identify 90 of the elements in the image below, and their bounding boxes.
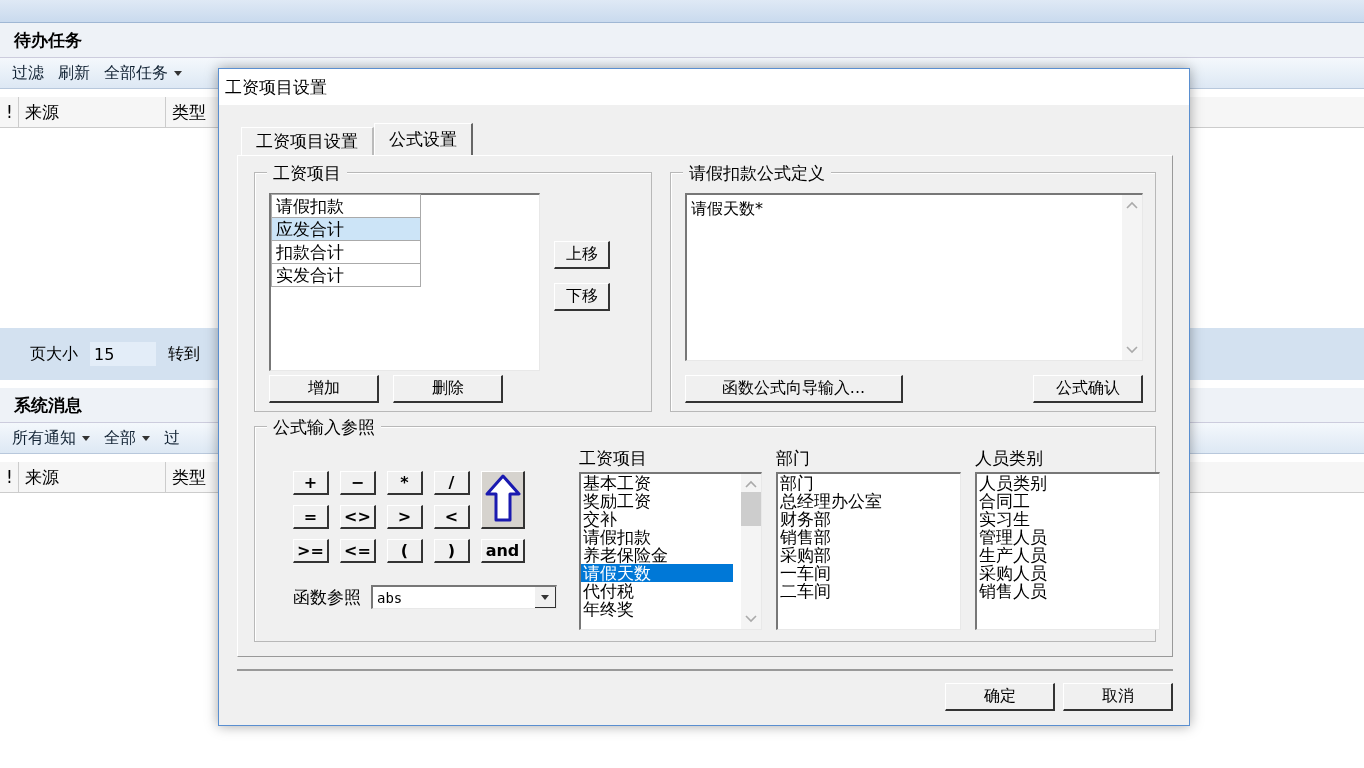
function-combo[interactable]: abs <box>371 585 557 609</box>
dialog-button[interactable]: 取消 <box>1063 683 1173 711</box>
scrollbar[interactable] <box>741 474 761 629</box>
list-item[interactable]: 生产人员 <box>977 546 1159 564</box>
wizard-button[interactable]: 函数公式向导输入... <box>685 375 903 403</box>
list-item[interactable]: 人员类别 <box>977 474 1159 492</box>
caret-icon <box>142 435 150 441</box>
list-item[interactable]: 奖励工资 <box>581 492 733 510</box>
operator-button[interactable]: <= <box>340 539 376 563</box>
operator-button[interactable]: − <box>340 471 376 495</box>
scroll-up-icon[interactable] <box>1126 201 1138 209</box>
window-title: 工资项目设置 <box>219 69 1189 105</box>
operator-button[interactable]: ) <box>434 539 470 563</box>
formula-field[interactable]: 请假天数* <box>685 193 1143 361</box>
list-item[interactable]: 应发合计 <box>271 217 421 241</box>
list-item[interactable]: 采购人员 <box>977 564 1159 582</box>
list-item[interactable]: 基本工资 <box>581 474 733 492</box>
list-item[interactable]: 养老保险金 <box>581 546 733 564</box>
operator-button[interactable]: and <box>481 539 525 563</box>
toolbar-button[interactable]: 全部任务 <box>104 62 182 84</box>
list-item[interactable]: 管理人员 <box>977 528 1159 546</box>
list-item[interactable]: 一车间 <box>778 564 960 582</box>
operator-button[interactable]: * <box>387 471 423 495</box>
toolbar-button[interactable]: 过 <box>164 427 180 449</box>
list-item[interactable]: 总经理办公室 <box>778 492 960 510</box>
confirm-formula-button[interactable]: 公式确认 <box>1033 375 1143 403</box>
toolbar-button[interactable]: 所有通知 <box>12 427 90 449</box>
scroll-up-icon[interactable] <box>745 480 757 488</box>
list-item[interactable]: 实习生 <box>977 510 1159 528</box>
dialog-button[interactable]: 确定 <box>945 683 1055 711</box>
operator-button[interactable]: < <box>434 505 470 529</box>
group-title: 工资项目 <box>267 162 347 185</box>
column-header: ! <box>0 462 19 492</box>
list-box[interactable]: 人员类别 合同工 实习生 管理人员 生产人员 采购人员 销售人员 <box>975 472 1160 630</box>
tab[interactable]: 公式设置 <box>374 123 473 155</box>
operator-button[interactable]: = <box>293 505 329 529</box>
list-item[interactable]: 代付税 <box>581 582 733 600</box>
caret-icon <box>174 70 182 76</box>
list-item[interactable]: 请假扣款 <box>581 528 733 546</box>
list-item[interactable]: 部门 <box>778 474 960 492</box>
operator-button[interactable]: / <box>434 471 470 495</box>
list-item[interactable]: 请假扣款 <box>271 194 421 218</box>
list-title: 部门 <box>776 447 811 470</box>
list-item[interactable]: 年终奖 <box>581 600 733 618</box>
list-item[interactable]: 销售人员 <box>977 582 1159 600</box>
scroll-down-icon[interactable] <box>1126 346 1138 354</box>
list-item[interactable]: 财务部 <box>778 510 960 528</box>
list-item[interactable]: 实发合计 <box>271 263 421 287</box>
list-box[interactable]: 请假扣款 应发合计 扣款合计 实发合计 <box>269 193 540 371</box>
list-box[interactable]: 基本工资 奖励工资 交补 请假扣款 养老保险金 请假天数 代付税 年终奖 <box>579 472 762 630</box>
operator-button[interactable]: ( <box>387 539 423 563</box>
goto-label: 转到 <box>168 343 200 365</box>
section-title: 待办任务 <box>0 23 1364 58</box>
scroll-down-icon[interactable] <box>745 615 757 623</box>
group-title: 公式输入参照 <box>267 416 381 439</box>
toolbar-button[interactable]: 刷新 <box>58 62 90 84</box>
column-header: ! <box>0 97 19 127</box>
operator-button[interactable]: > <box>387 505 423 529</box>
caret-icon <box>82 435 90 441</box>
list-title: 工资项目 <box>579 447 648 470</box>
list-item[interactable]: 交补 <box>581 510 733 528</box>
operator-button[interactable]: >= <box>293 539 329 563</box>
function-label: 函数参照 <box>293 585 361 609</box>
page-size-label: 页大小 <box>30 343 78 365</box>
operator-button[interactable]: <> <box>340 505 376 529</box>
column-header: 来源 <box>19 462 166 492</box>
tab[interactable]: 工资项目设置 <box>241 127 374 155</box>
list-item[interactable]: 请假天数 <box>581 564 733 582</box>
scrollbar[interactable] <box>1122 195 1142 360</box>
list-box[interactable]: 部门 总经理办公室 财务部 销售部 采购部 一车间 二车间 <box>776 472 961 630</box>
toolbar-button[interactable]: 过滤 <box>12 62 44 84</box>
list-item[interactable]: 扣款合计 <box>271 240 421 264</box>
move-button[interactable]: 下移 <box>554 283 610 311</box>
list-item[interactable]: 二车间 <box>778 582 960 600</box>
page-size-field[interactable]: 15 <box>90 342 156 366</box>
move-button[interactable]: 上移 <box>554 241 610 269</box>
up-arrow-icon <box>484 472 521 523</box>
operator-button[interactable]: + <box>293 471 329 495</box>
list-title: 人员类别 <box>975 447 1044 470</box>
list-item[interactable]: 采购部 <box>778 546 960 564</box>
toolbar-button[interactable]: 全部 <box>104 427 150 449</box>
action-button[interactable]: 删除 <box>393 375 503 403</box>
scroll-thumb[interactable] <box>741 492 761 526</box>
group-title: 请假扣款公式定义 <box>683 162 831 185</box>
action-button[interactable]: 增加 <box>269 375 379 403</box>
column-header: 来源 <box>19 97 166 127</box>
list-item[interactable]: 合同工 <box>977 492 1159 510</box>
list-item[interactable]: 销售部 <box>778 528 960 546</box>
insert-button[interactable] <box>481 471 525 529</box>
caret-icon <box>541 594 549 600</box>
